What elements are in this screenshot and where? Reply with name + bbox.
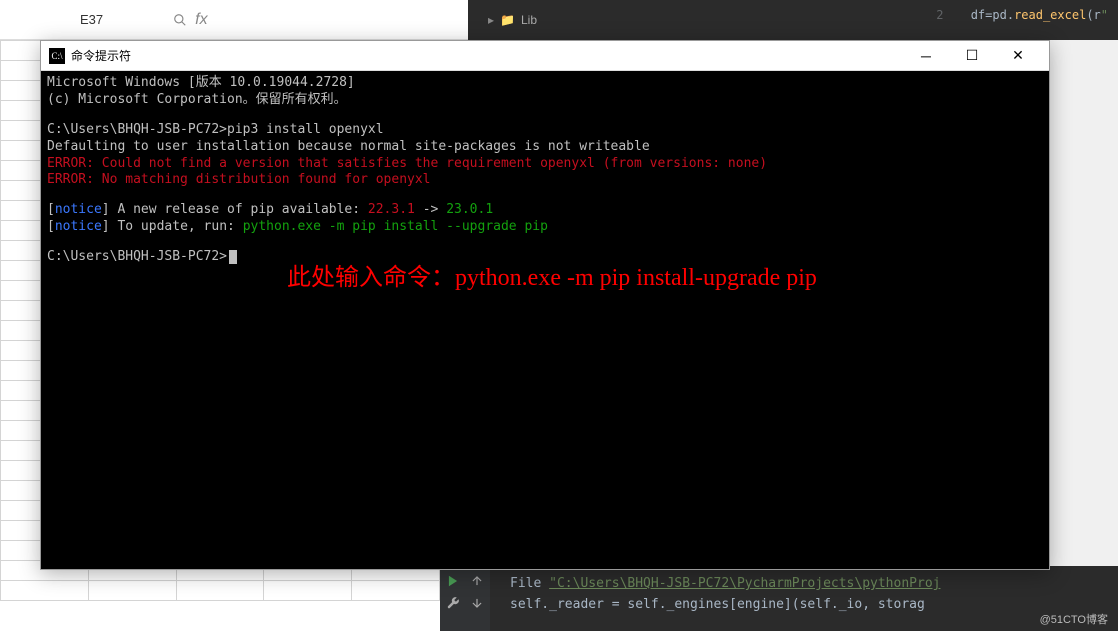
ide-code-line: 2 df=pd.read_excel(r"	[936, 8, 1108, 22]
annotation-text: 此处输入命令：python.exe -m pip install-upgrade…	[287, 263, 817, 294]
terminal-error: ERROR: Could not find a version that sat…	[47, 156, 1043, 173]
run-icon[interactable]	[446, 574, 460, 588]
wrench-icon[interactable]	[446, 596, 460, 610]
fx-label[interactable]: fx	[195, 11, 207, 29]
titlebar[interactable]: C:\ 命令提示符 ─ ☐ ✕	[41, 41, 1049, 71]
ide-bottom-panel: File "C:\Users\BHQH-JSB-PC72\PycharmProj…	[440, 566, 1118, 631]
terminal-notice: [notice] To update, run: python.exe -m p…	[47, 219, 1043, 236]
watermark: @51CTO博客	[1040, 611, 1108, 627]
cell-reference[interactable]: E37	[80, 12, 103, 27]
terminal-line: (c) Microsoft Corporation。保留所有权利。	[47, 92, 1043, 109]
arrow-up-icon[interactable]	[470, 574, 484, 588]
folder-icon: 📁	[500, 13, 515, 27]
maximize-button[interactable]: ☐	[949, 41, 995, 71]
search-icon	[173, 13, 187, 27]
window-controls: ─ ☐ ✕	[903, 41, 1041, 71]
chevron-right-icon: ▸	[488, 13, 494, 27]
terminal-notice: [notice] A new release of pip available:…	[47, 202, 1043, 219]
terminal-line: Microsoft Windows [版本 10.0.19044.2728]	[47, 75, 1043, 92]
arrow-down-icon[interactable]	[470, 596, 484, 610]
terminal-line: Defaulting to user installation because …	[47, 139, 1043, 156]
cmd-window: C:\ 命令提示符 ─ ☐ ✕ Microsoft Windows [版本 10…	[40, 40, 1050, 570]
close-button[interactable]: ✕	[995, 41, 1041, 71]
minimize-button[interactable]: ─	[903, 41, 949, 71]
line-number: 2	[936, 8, 943, 22]
terminal-body[interactable]: Microsoft Windows [版本 10.0.19044.2728] (…	[41, 71, 1049, 569]
ide-gutter	[440, 566, 490, 631]
ide-top-panel: ▸ 📁 Lib 2 df=pd.read_excel(r"	[468, 0, 1118, 40]
folder-tree-item[interactable]: ▸ 📁 Lib	[488, 13, 537, 27]
folder-label: Lib	[521, 13, 537, 27]
window-title: 命令提示符	[71, 47, 903, 64]
cmd-icon: C:\	[49, 48, 65, 64]
terminal-error: ERROR: No matching distribution found fo…	[47, 172, 1043, 189]
cursor-icon	[229, 250, 237, 264]
ide-output[interactable]: File "C:\Users\BHQH-JSB-PC72\PycharmProj…	[490, 566, 1118, 631]
fx-area: fx	[173, 11, 207, 29]
terminal-line: C:\Users\BHQH-JSB-PC72>pip3 install open…	[47, 122, 1043, 139]
